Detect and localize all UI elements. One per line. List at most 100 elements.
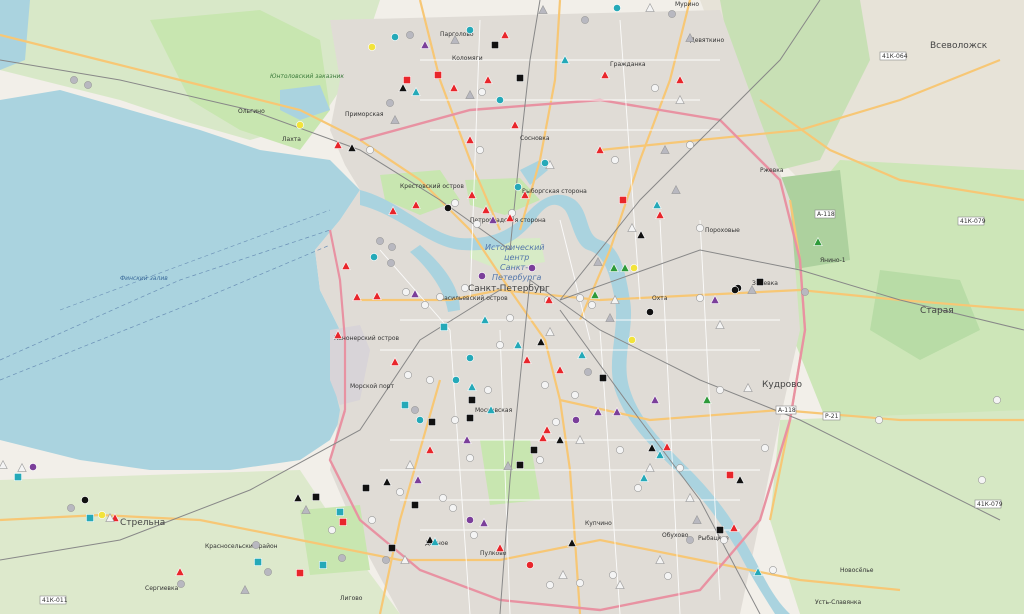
poi-marker-red-circle[interactable] xyxy=(526,561,534,569)
poi-marker-black-square[interactable] xyxy=(411,501,419,509)
poi-marker-gray-circle[interactable] xyxy=(386,99,394,107)
poi-marker-teal-square[interactable] xyxy=(319,561,327,569)
poi-marker-gray-circle[interactable] xyxy=(376,237,384,245)
poi-marker-white-circle[interactable] xyxy=(696,294,704,302)
poi-marker-teal-circle[interactable] xyxy=(416,416,424,424)
poi-marker-white-circle[interactable] xyxy=(421,301,429,309)
poi-marker-red-square[interactable] xyxy=(619,196,627,204)
poi-marker-white-circle[interactable] xyxy=(496,341,504,349)
poi-marker-teal-square[interactable] xyxy=(336,508,344,516)
poi-marker-gray-circle[interactable] xyxy=(668,10,676,18)
poi-marker-gray-circle[interactable] xyxy=(387,259,395,267)
poi-marker-white-circle[interactable] xyxy=(664,572,672,580)
poi-marker-black-square[interactable] xyxy=(362,484,370,492)
poi-marker-gray-circle[interactable] xyxy=(584,368,592,376)
poi-marker-black-circle[interactable] xyxy=(81,496,89,504)
poi-marker-black-square[interactable] xyxy=(716,526,724,534)
poi-marker-white-circle[interactable] xyxy=(588,301,596,309)
poi-marker-white-circle[interactable] xyxy=(576,294,584,302)
poi-marker-black-square[interactable] xyxy=(599,374,607,382)
poi-marker-black-circle[interactable] xyxy=(444,204,452,212)
poi-marker-white-circle[interactable] xyxy=(875,416,883,424)
poi-marker-black-circle[interactable] xyxy=(646,308,654,316)
poi-marker-red-square[interactable] xyxy=(726,471,734,479)
poi-marker-white-circle[interactable] xyxy=(634,484,642,492)
poi-marker-black-square[interactable] xyxy=(516,74,524,82)
poi-marker-white-circle[interactable] xyxy=(716,386,724,394)
poi-marker-gray-circle[interactable] xyxy=(264,568,272,576)
poi-marker-gray-circle[interactable] xyxy=(411,406,419,414)
poi-marker-teal-square[interactable] xyxy=(254,558,262,566)
poi-marker-black-square[interactable] xyxy=(491,41,499,49)
poi-marker-gray-circle[interactable] xyxy=(581,16,589,24)
poi-marker-white-circle[interactable] xyxy=(484,386,492,394)
poi-marker-red-square[interactable] xyxy=(339,518,347,526)
poi-marker-black-square[interactable] xyxy=(468,396,476,404)
poi-marker-white-circle[interactable] xyxy=(436,293,444,301)
poi-marker-yellow-circle[interactable] xyxy=(368,43,376,51)
poi-marker-white-circle[interactable] xyxy=(546,581,554,589)
poi-marker-white-circle[interactable] xyxy=(466,454,474,462)
poi-marker-white-circle[interactable] xyxy=(404,371,412,379)
poi-marker-white-circle[interactable] xyxy=(696,224,704,232)
poi-marker-white-circle[interactable] xyxy=(720,536,728,544)
poi-marker-white-circle[interactable] xyxy=(449,504,457,512)
poi-marker-white-circle[interactable] xyxy=(451,199,459,207)
poi-marker-black-circle[interactable] xyxy=(731,286,739,294)
poi-marker-yellow-circle[interactable] xyxy=(630,264,638,272)
poi-marker-teal-square[interactable] xyxy=(14,473,22,481)
poi-marker-white-circle[interactable] xyxy=(676,464,684,472)
poi-marker-white-circle[interactable] xyxy=(651,84,659,92)
poi-marker-purple-circle[interactable] xyxy=(528,264,536,272)
poi-marker-black-square[interactable] xyxy=(530,446,538,454)
poi-marker-white-circle[interactable] xyxy=(506,314,514,322)
poi-marker-yellow-circle[interactable] xyxy=(296,121,304,129)
poi-marker-gray-circle[interactable] xyxy=(801,288,809,296)
poi-marker-teal-square[interactable] xyxy=(440,323,448,331)
poi-marker-teal-circle[interactable] xyxy=(541,159,549,167)
poi-marker-purple-circle[interactable] xyxy=(29,463,37,471)
poi-marker-gray-circle[interactable] xyxy=(67,504,75,512)
map-view[interactable]: Исторический центр Санкт- Петербурга Сан… xyxy=(0,0,1024,614)
poi-marker-white-circle[interactable] xyxy=(978,476,986,484)
poi-marker-white-circle[interactable] xyxy=(541,381,549,389)
poi-marker-teal-circle[interactable] xyxy=(613,4,621,12)
poi-marker-white-circle[interactable] xyxy=(426,376,434,384)
poi-marker-white-circle[interactable] xyxy=(571,391,579,399)
poi-marker-gray-circle[interactable] xyxy=(338,554,346,562)
poi-marker-white-circle[interactable] xyxy=(536,456,544,464)
poi-marker-teal-circle[interactable] xyxy=(452,376,460,384)
poi-marker-yellow-circle[interactable] xyxy=(98,511,106,519)
poi-marker-white-circle[interactable] xyxy=(396,488,404,496)
poi-marker-white-circle[interactable] xyxy=(478,88,486,96)
poi-marker-gray-circle[interactable] xyxy=(70,76,78,84)
poi-marker-red-square[interactable] xyxy=(296,569,304,577)
poi-marker-white-circle[interactable] xyxy=(366,146,374,154)
poi-marker-white-circle[interactable] xyxy=(686,141,694,149)
poi-marker-white-circle[interactable] xyxy=(616,446,624,454)
poi-marker-white-circle[interactable] xyxy=(368,516,376,524)
poi-marker-white-circle[interactable] xyxy=(439,494,447,502)
poi-marker-teal-circle[interactable] xyxy=(391,33,399,41)
poi-marker-black-square[interactable] xyxy=(756,278,764,286)
poi-marker-black-square[interactable] xyxy=(388,544,396,552)
poi-marker-black-square[interactable] xyxy=(312,493,320,501)
poi-marker-purple-circle[interactable] xyxy=(466,516,474,524)
poi-marker-gray-circle[interactable] xyxy=(388,243,396,251)
poi-marker-teal-circle[interactable] xyxy=(496,96,504,104)
poi-marker-red-square[interactable] xyxy=(403,76,411,84)
poi-marker-red-square[interactable] xyxy=(434,71,442,79)
poi-marker-white-circle[interactable] xyxy=(451,416,459,424)
poi-marker-black-square[interactable] xyxy=(428,418,436,426)
poi-marker-white-circle[interactable] xyxy=(761,444,769,452)
poi-marker-purple-circle[interactable] xyxy=(572,416,580,424)
poi-marker-white-circle[interactable] xyxy=(461,284,469,292)
poi-marker-gray-circle[interactable] xyxy=(177,580,185,588)
poi-marker-gray-circle[interactable] xyxy=(406,31,414,39)
poi-marker-teal-square[interactable] xyxy=(86,514,94,522)
poi-marker-white-circle[interactable] xyxy=(611,156,619,164)
poi-marker-teal-circle[interactable] xyxy=(514,183,522,191)
poi-marker-teal-circle[interactable] xyxy=(466,26,474,34)
poi-marker-white-circle[interactable] xyxy=(993,396,1001,404)
poi-marker-white-circle[interactable] xyxy=(576,579,584,587)
